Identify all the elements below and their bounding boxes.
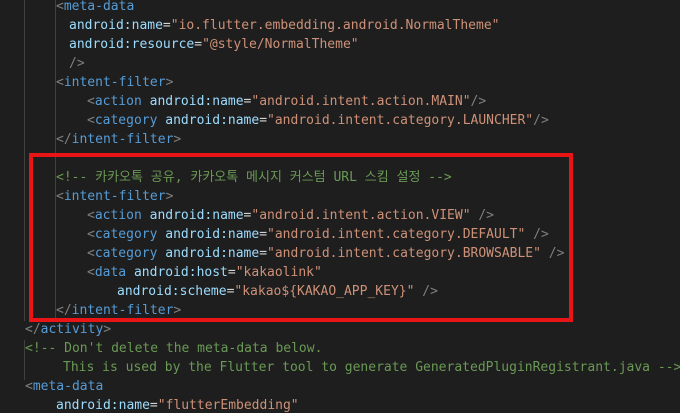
code-token: "io.flutter.embedding.android.NormalThem… [170,18,500,33]
code-token: </ [56,132,72,147]
code-token: < [56,75,64,90]
code-line[interactable]: android:resource="@style/NormalTheme" [69,35,359,54]
code-token: intent-filter [63,75,166,90]
code-line[interactable]: /> [69,54,85,73]
code-token: <!-- Don't delete the meta-data below. [25,341,323,356]
code-token: android:name [56,398,150,413]
code-token: action [94,94,142,109]
code-token: = [259,113,268,128]
code-line[interactable]: <!-- Don't delete the meta-data below. [25,339,322,358]
code-token: category [94,113,158,128]
code-token: android:resource [69,37,195,52]
code-token: "flutterEmbedding" [157,398,299,413]
code-line[interactable]: android:name="io.flutter.embedding.andro… [69,16,499,35]
highlight-box [29,153,573,322]
code-token: < [87,113,95,128]
code-token: < [56,0,64,14]
code-token: = [162,18,171,33]
code-token: This is used by the Flutter tool to gene… [63,360,680,375]
code-line[interactable]: </activity> [25,320,111,339]
code-token: meta-data [32,379,104,394]
code-token: > [173,132,182,147]
code-token: > [165,75,174,90]
code-line[interactable]: <category android:name="android.intent.c… [87,111,549,130]
code-token: android:name [149,94,244,109]
code-token: meta-data [63,0,135,14]
code-token: android:name [69,18,163,33]
code-token: = [194,37,203,52]
code-token: "android.intent.action.MAIN" [251,94,471,109]
code-token: > [103,322,112,337]
code-editor[interactable]: <meta-data android:name="io.flutter.embed… [0,0,680,413]
code-line[interactable]: </intent-filter> [56,130,181,149]
code-line[interactable]: android:name="flutterEmbedding" [56,396,299,413]
code-token: android:name [165,113,260,128]
code-token: < [87,94,95,109]
code-token: /> [69,56,85,71]
code-line[interactable]: <intent-filter> [56,73,173,92]
code-token: "@style/NormalTheme" [202,37,359,52]
code-token: </ [25,322,41,337]
code-line[interactable]: This is used by the Flutter tool to gene… [63,358,680,377]
code-token: "android.intent.category.LAUNCHER" [267,113,534,128]
code-token: /> [470,94,487,109]
code-line[interactable]: <action android:name="android.intent.act… [87,92,486,111]
code-token: intent-filter [71,132,174,147]
code-token: activity [40,322,104,337]
indent-guide [24,0,25,321]
code-token: < [25,379,33,394]
code-line[interactable]: <meta-data [56,0,134,16]
code-token: = [149,398,158,413]
code-token: /> [533,113,549,128]
code-line[interactable]: <meta-data [25,377,103,396]
